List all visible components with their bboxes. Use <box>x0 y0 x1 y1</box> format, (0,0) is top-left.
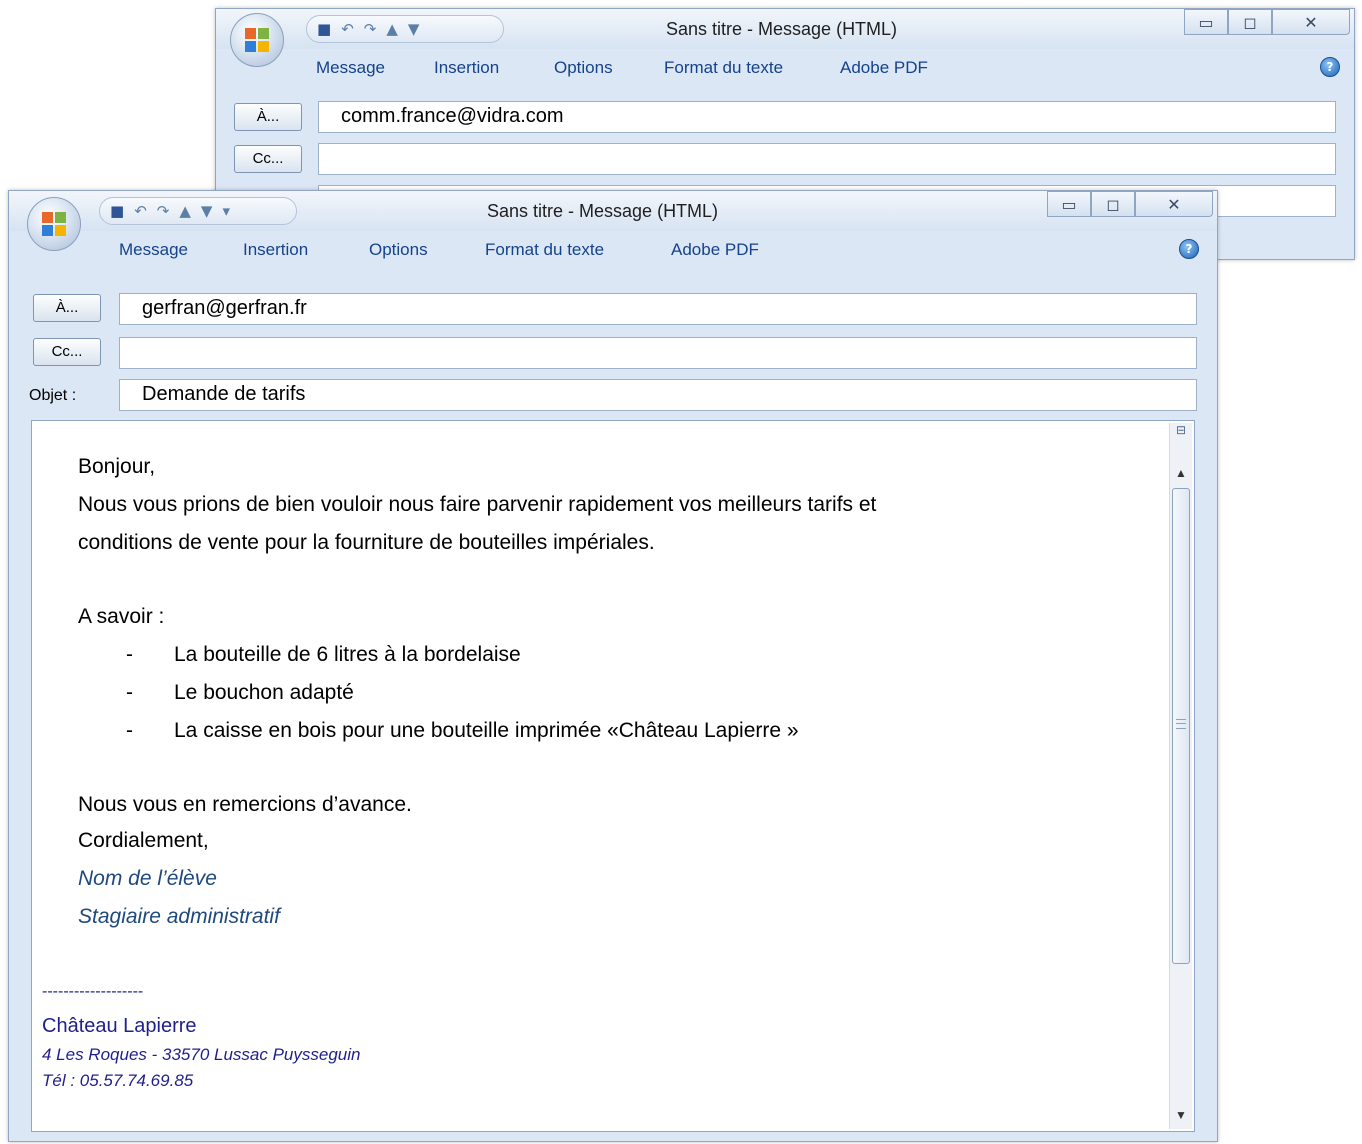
sender-role: Stagiaire administratif <box>78 905 280 928</box>
signature-company: Château Lapierre <box>42 1015 197 1037</box>
list-item: Le bouchon adapté <box>174 681 354 704</box>
minimize-icon[interactable]: ▭ <box>1184 9 1228 35</box>
redo-icon[interactable]: ↷ <box>364 21 377 37</box>
undo-icon[interactable]: ↶ <box>134 203 147 219</box>
scroll-up-icon[interactable]: ▲ <box>1170 463 1192 483</box>
help-icon[interactable]: ? <box>1320 57 1340 77</box>
closing-text: Cordialement, <box>78 829 209 852</box>
close-icon[interactable]: ✕ <box>1135 191 1213 217</box>
tab-insertion[interactable]: Insertion <box>243 240 308 260</box>
tab-options[interactable]: Options <box>369 240 428 260</box>
list-item: La caisse en bois pour une bouteille imp… <box>174 719 799 742</box>
down-arrow-icon[interactable]: ▼ <box>201 203 213 219</box>
subject-field[interactable]: Demande de tarifs <box>119 379 1197 411</box>
vertical-scrollbar[interactable]: ⊟ ▲ ▼ <box>1169 423 1192 1129</box>
split-icon[interactable]: ⊟ <box>1172 423 1190 453</box>
signature-address: 4 Les Roques - 33570 Lussac Puysseguin <box>42 1045 361 1064</box>
redo-icon[interactable]: ↷ <box>157 203 170 219</box>
up-arrow-icon[interactable]: ▲ <box>386 21 398 37</box>
to-button[interactable]: À... <box>234 103 302 131</box>
office-button-icon <box>42 212 66 236</box>
office-button-icon <box>245 28 269 52</box>
greeting-text: Bonjour, <box>78 455 156 478</box>
ribbon-tabs: Message Insertion Options Format du text… <box>9 231 1217 269</box>
up-arrow-icon[interactable]: ▲ <box>179 203 191 219</box>
quick-access-toolbar: ■ ↶ ↷ ▲ ▼ <box>306 15 504 43</box>
maximize-icon[interactable]: ◻ <box>1091 191 1135 217</box>
tab-message[interactable]: Message <box>316 58 385 78</box>
to-field[interactable]: comm.france@vidra.com <box>318 101 1336 133</box>
cc-field[interactable] <box>318 143 1336 175</box>
maximize-icon[interactable]: ◻ <box>1228 9 1272 35</box>
bullet-marker: - <box>126 681 133 704</box>
down-arrow-icon[interactable]: ▼ <box>408 21 420 37</box>
tab-format-du-texte[interactable]: Format du texte <box>485 240 604 260</box>
tab-format-du-texte[interactable]: Format du texte <box>664 58 783 78</box>
cc-button[interactable]: Cc... <box>234 145 302 173</box>
ribbon-tabs: Message Insertion Options Format du text… <box>216 49 1354 87</box>
bullet-marker: - <box>126 719 133 742</box>
window-title: Sans titre - Message (HTML) <box>487 201 719 221</box>
save-icon[interactable]: ■ <box>110 203 124 219</box>
tab-insertion[interactable]: Insertion <box>434 58 499 78</box>
body-line-2: conditions de vente pour la fourniture d… <box>78 531 655 554</box>
undo-icon[interactable]: ↶ <box>341 21 354 37</box>
minimize-icon[interactable]: ▭ <box>1047 191 1091 217</box>
list-item: La bouteille de 6 litres à la bordelaise <box>174 643 521 666</box>
body-line-1: Nous vous prions de bien vouloir nous fa… <box>78 493 877 516</box>
tab-options[interactable]: Options <box>554 58 613 78</box>
message-window-front: ■ ↶ ↷ ▲ ▼ ▾ Sans titre - Message (HTML) … <box>8 190 1218 1142</box>
quick-access-toolbar: ■ ↶ ↷ ▲ ▼ ▾ <box>99 197 297 225</box>
office-button[interactable] <box>230 13 284 67</box>
scroll-thumb[interactable] <box>1172 488 1190 964</box>
subject-label: Objet : <box>29 387 77 404</box>
tab-adobe-pdf[interactable]: Adobe PDF <box>671 240 759 260</box>
title-bar: ■ ↶ ↷ ▲ ▼ ▾ Sans titre - Message (HTML) … <box>9 191 1217 232</box>
caption-buttons: ▭ ◻ ✕ <box>1184 9 1350 35</box>
message-body[interactable]: Bonjour, Nous vous prions de bien vouloi… <box>31 420 1195 1132</box>
signature-separator: ------------------- <box>42 983 144 1000</box>
grip-icon <box>1176 719 1186 729</box>
office-button[interactable] <box>27 197 81 251</box>
bullet-marker: - <box>126 643 133 666</box>
save-icon[interactable]: ■ <box>317 21 331 37</box>
a-savoir-text: A savoir : <box>78 605 165 628</box>
tab-adobe-pdf[interactable]: Adobe PDF <box>840 58 928 78</box>
cc-button[interactable]: Cc... <box>33 338 101 366</box>
cc-field[interactable] <box>119 337 1197 369</box>
window-title: Sans titre - Message (HTML) <box>666 19 898 39</box>
tab-message[interactable]: Message <box>119 240 188 260</box>
customize-qat-icon[interactable]: ▾ <box>222 203 230 219</box>
help-icon[interactable]: ? <box>1179 239 1199 259</box>
sender-name: Nom de l’élève <box>78 867 217 890</box>
signature-phone: Tél : 05.57.74.69.85 <box>42 1071 194 1090</box>
to-field[interactable]: gerfran@gerfran.fr <box>119 293 1197 325</box>
title-bar: ■ ↶ ↷ ▲ ▼ Sans titre - Message (HTML) ▭ … <box>216 9 1354 50</box>
to-button[interactable]: À... <box>33 294 101 322</box>
caption-buttons: ▭ ◻ ✕ <box>1047 191 1213 217</box>
close-icon[interactable]: ✕ <box>1272 9 1350 35</box>
scroll-down-icon[interactable]: ▼ <box>1170 1105 1192 1125</box>
thanks-text: Nous vous en remercions d’avance. <box>78 793 412 816</box>
